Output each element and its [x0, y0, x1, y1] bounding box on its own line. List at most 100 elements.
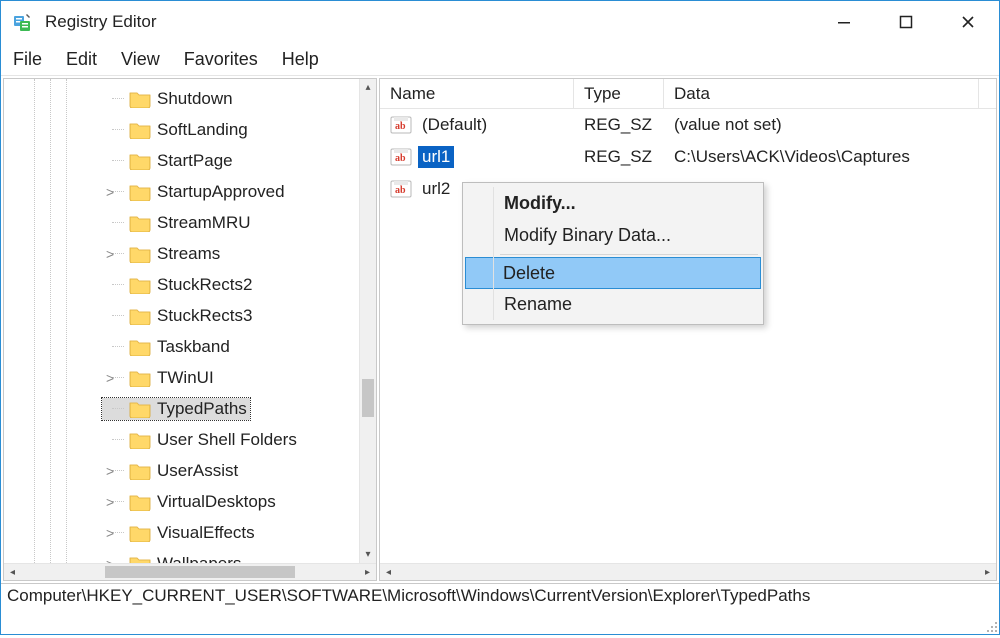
maximize-button[interactable] [875, 1, 937, 43]
folder-icon [129, 369, 151, 387]
scroll-left-arrow-icon[interactable]: ◂ [380, 564, 397, 580]
column-header-type[interactable]: Type [574, 79, 664, 108]
context-menu-item[interactable]: Delete [465, 257, 761, 289]
folder-icon [129, 152, 151, 170]
resize-grip-icon[interactable] [984, 619, 998, 633]
value-data: C:\Users\ACK\Videos\Captures [664, 147, 996, 167]
titlebar: Registry Editor [1, 1, 999, 43]
tree-item[interactable]: StartPage [4, 145, 376, 176]
list-row[interactable]: aburl1REG_SZC:\Users\ACK\Videos\Captures [380, 141, 996, 173]
scroll-up-arrow-icon[interactable]: ▴ [360, 79, 376, 96]
scroll-right-arrow-icon[interactable]: ▸ [979, 564, 996, 580]
tree-item-label: Taskband [157, 337, 230, 357]
expander-icon[interactable]: > [106, 556, 122, 564]
folder-icon [129, 462, 151, 480]
folder-icon [129, 276, 151, 294]
tree-item-label: StuckRects3 [157, 306, 252, 326]
context-menu-separator [500, 254, 758, 255]
folder-icon [129, 245, 151, 263]
tree-viewport[interactable]: Shutdown SoftLanding StartPage > StartupAppr… [4, 79, 376, 563]
menu-file[interactable]: File [13, 49, 42, 70]
tree-item[interactable]: > StartupApproved [4, 176, 376, 207]
svg-text:ab: ab [395, 153, 406, 164]
context-menu: Modify...Modify Binary Data... DeleteRena… [462, 182, 764, 325]
list-horizontal-scrollbar[interactable]: ◂ ▸ [380, 563, 996, 580]
tree-item[interactable]: StreamMRU [4, 207, 376, 238]
minimize-button[interactable] [813, 1, 875, 43]
expander-icon[interactable]: > [106, 370, 122, 386]
tree-item-label: StartPage [157, 151, 233, 171]
string-value-icon: ab [390, 147, 412, 167]
expander-icon[interactable]: > [106, 525, 122, 541]
folder-icon [129, 338, 151, 356]
tree-item[interactable]: > Wallpapers [4, 548, 376, 563]
window-title: Registry Editor [45, 12, 156, 32]
menu-edit[interactable]: Edit [66, 49, 97, 70]
scroll-left-arrow-icon[interactable]: ◂ [4, 564, 21, 580]
tree-item-label: UserAssist [157, 461, 238, 481]
tree-item-label: StuckRects2 [157, 275, 252, 295]
folder-icon [129, 183, 151, 201]
tree-item-label: Wallpapers [157, 554, 241, 564]
context-menu-item[interactable]: Modify... [466, 187, 760, 219]
expander-icon[interactable]: > [106, 246, 122, 262]
list-header-row: Name Type Data [380, 79, 996, 109]
tree-item-label: User Shell Folders [157, 430, 297, 450]
tree-scrollbar-thumb[interactable] [362, 379, 374, 417]
tree-item[interactable]: > UserAssist [4, 455, 376, 486]
tree-item[interactable]: StuckRects3 [4, 300, 376, 331]
statusbar: Computer\HKEY_CURRENT_USER\SOFTWARE\Micr… [1, 583, 999, 609]
tree-item[interactable]: SoftLanding [4, 114, 376, 145]
tree-item-label: TypedPaths [157, 399, 247, 419]
menu-favorites[interactable]: Favorites [184, 49, 258, 70]
expander-icon[interactable]: > [106, 463, 122, 479]
folder-icon [129, 307, 151, 325]
tree-item[interactable]: Shutdown [4, 83, 376, 114]
tree-item-label: SoftLanding [157, 120, 248, 140]
tree-item[interactable]: User Shell Folders [4, 424, 376, 455]
scroll-down-arrow-icon[interactable]: ▾ [360, 546, 376, 563]
folder-icon [129, 400, 151, 418]
tree-item[interactable]: >VisualEffects [4, 517, 376, 548]
tree-item-label: StreamMRU [157, 213, 251, 233]
column-header-name[interactable]: Name [380, 79, 574, 108]
tree-item-label: Shutdown [157, 89, 233, 109]
scroll-right-arrow-icon[interactable]: ▸ [359, 564, 376, 580]
tree-vertical-scrollbar[interactable]: ▴ ▾ [359, 79, 376, 563]
value-name: url2 [418, 178, 454, 200]
menubar: File Edit View Favorites Help [1, 43, 999, 75]
svg-text:ab: ab [395, 121, 406, 132]
tree-horizontal-scrollbar[interactable]: ◂ ▸ [4, 563, 376, 580]
menu-help[interactable]: Help [282, 49, 319, 70]
value-data: (value not set) [664, 115, 996, 135]
value-name: (Default) [418, 114, 491, 136]
tree-item-label: TWinUI [157, 368, 214, 388]
folder-icon [129, 493, 151, 511]
expander-icon[interactable]: > [106, 184, 122, 200]
menu-view[interactable]: View [121, 49, 160, 70]
tree-item[interactable]: > Streams [4, 238, 376, 269]
tree-item[interactable]: >VirtualDesktops [4, 486, 376, 517]
string-value-icon: ab [390, 115, 412, 135]
close-button[interactable] [937, 1, 999, 43]
tree-item[interactable]: Taskband [4, 331, 376, 362]
column-header-data[interactable]: Data [664, 79, 979, 108]
value-type: REG_SZ [574, 115, 664, 135]
context-menu-item[interactable]: Rename [466, 288, 760, 320]
expander-icon[interactable]: > [106, 494, 122, 510]
value-name: url1 [418, 146, 454, 168]
tree-item[interactable]: > TWinUI [4, 362, 376, 393]
tree-item-label: StartupApproved [157, 182, 285, 202]
context-menu-item[interactable]: Modify Binary Data... [466, 219, 760, 251]
folder-icon [129, 121, 151, 139]
list-pane: Name Type Data ab (Default) REG_SZ(value n… [379, 78, 997, 581]
folder-icon [129, 431, 151, 449]
tree-hscrollbar-thumb[interactable] [105, 566, 295, 578]
list-row[interactable]: ab (Default) REG_SZ(value not set) [380, 109, 996, 141]
list-body[interactable]: ab(Default)REG_SZ(value not set)aburl1RE… [380, 109, 996, 563]
tree-item-label: Streams [157, 244, 220, 264]
folder-icon [129, 555, 151, 564]
folder-icon [129, 214, 151, 232]
tree-item[interactable]: TypedPaths [4, 393, 376, 424]
tree-item[interactable]: StuckRects2 [4, 269, 376, 300]
